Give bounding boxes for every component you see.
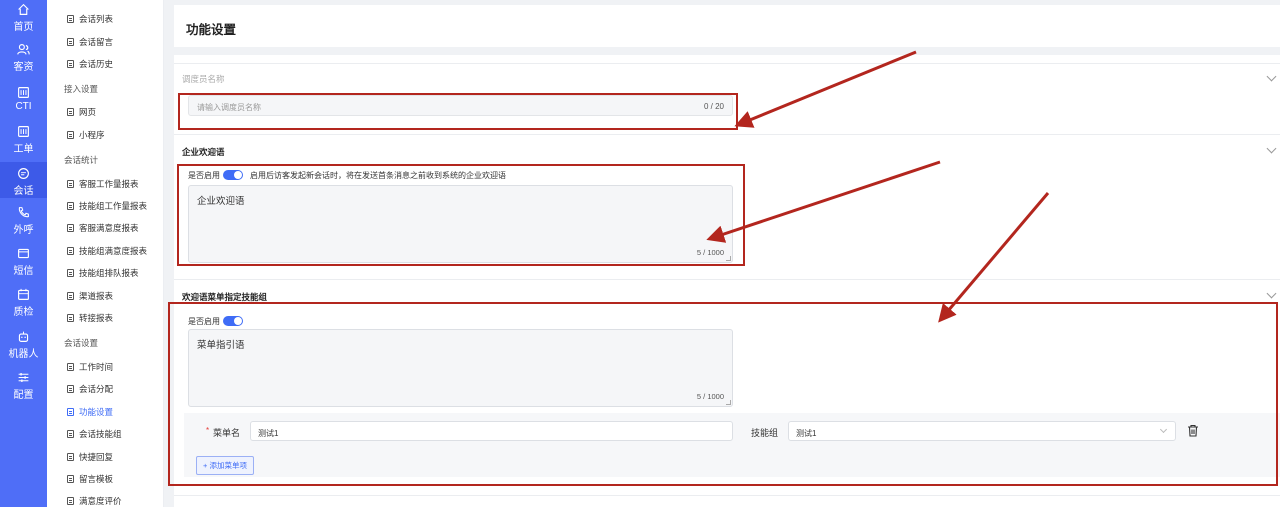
nav-item-chat-history[interactable]: 会话历史	[67, 58, 113, 70]
app-rail: 首页 客资 CTI 工单 会话 外呼 短信 质检 机器人 配置	[0, 0, 47, 507]
document-icon	[67, 202, 74, 210]
rail-item-chat[interactable]: 会话	[0, 162, 47, 198]
home-icon	[18, 3, 29, 15]
document-icon	[67, 224, 74, 232]
users-icon	[17, 44, 30, 55]
welcome-section-title: 企业欢迎语	[182, 147, 225, 157]
nav-item-report[interactable]: 客服工作量报表	[67, 178, 139, 190]
nav-group-stats: 会话统计	[64, 155, 99, 165]
document-icon	[67, 385, 74, 393]
nav-item-satisfaction[interactable]: 满意度评价	[67, 495, 122, 507]
document-icon	[67, 15, 74, 23]
document-icon	[67, 38, 74, 46]
robot-icon	[18, 331, 29, 342]
chat-icon	[18, 168, 29, 179]
annotation-box-menu	[168, 302, 1278, 486]
calendar-icon	[18, 288, 29, 300]
rail-item-home[interactable]: 首页	[0, 3, 47, 33]
document-icon	[67, 180, 74, 188]
nav-item-mini-program[interactable]: 小程序	[67, 129, 105, 141]
nav-item-quick-reply[interactable]: 快捷回复	[67, 451, 113, 463]
nav-item-work-hours[interactable]: 工作时间	[67, 361, 113, 373]
chevron-down-icon[interactable]	[1266, 288, 1277, 299]
rail-label: 客资	[13, 62, 34, 73]
nav-item-skill-groups[interactable]: 会话技能组	[67, 428, 122, 440]
divider	[174, 279, 1280, 280]
nav-item-web[interactable]: 网页	[67, 106, 96, 118]
rail-label: 机器人	[8, 349, 39, 360]
nav-item-report[interactable]: 渠道报表	[67, 290, 113, 302]
nav-item-message-template[interactable]: 留言模板	[67, 473, 113, 485]
cti-icon	[18, 87, 29, 98]
nav-item-report[interactable]: 技能组排队报表	[67, 267, 139, 279]
rail-label: 质检	[13, 307, 34, 318]
nav-item-report[interactable]: 技能组工作量报表	[67, 200, 147, 212]
document-icon	[67, 430, 74, 438]
document-icon	[67, 363, 74, 371]
nav-item-chat-messages[interactable]: 会话留言	[67, 36, 113, 48]
rail-item-cti[interactable]: CTI	[0, 86, 47, 116]
rail-label: 首页	[13, 22, 34, 33]
page-title: 功能设置	[186, 23, 237, 37]
rail-label: CTI	[15, 101, 32, 112]
document-icon	[67, 108, 74, 116]
phone-icon	[18, 207, 29, 218]
rail-label: 配置	[13, 390, 34, 401]
chevron-down-icon[interactable]	[1266, 143, 1277, 154]
rail-item-tickets[interactable]: 工单	[0, 125, 47, 155]
sms-icon	[18, 248, 29, 259]
secondary-nav: 会话列表 会话留言 会话历史 接入设置 网页 小程序 会话统计 客服工作量报表 …	[47, 0, 164, 507]
nav-item-feature-settings[interactable]: 功能设置	[67, 406, 113, 418]
divider	[174, 134, 1280, 135]
rail-label: 工单	[13, 144, 34, 155]
annotation-box-dispatcher	[178, 93, 738, 130]
sliders-icon	[18, 373, 29, 382]
document-icon	[67, 475, 74, 483]
document-icon	[67, 292, 74, 300]
divider	[174, 495, 1280, 496]
rail-item-qa[interactable]: 质检	[0, 288, 47, 318]
document-icon	[67, 453, 74, 461]
nav-item-assignment[interactable]: 会话分配	[67, 383, 113, 395]
nav-item-chat-list[interactable]: 会话列表	[67, 13, 113, 25]
document-icon	[67, 60, 74, 68]
document-icon	[67, 247, 74, 255]
annotation-box-welcome	[177, 164, 745, 266]
nav-item-report[interactable]: 转接报表	[67, 312, 113, 324]
rail-item-sms[interactable]: 短信	[0, 247, 47, 277]
page-header: 功能设置	[174, 5, 1280, 47]
nav-group-access: 接入设置	[64, 84, 99, 94]
divider	[174, 63, 1280, 64]
nav-item-report[interactable]: 客服满意度报表	[67, 222, 139, 234]
rail-label: 外呼	[13, 225, 34, 236]
rail-item-robot[interactable]: 机器人	[0, 330, 47, 360]
rail-item-config[interactable]: 配置	[0, 371, 47, 401]
ticket-icon	[18, 126, 29, 137]
rail-label: 短信	[13, 266, 34, 277]
document-icon	[67, 497, 74, 505]
rail-item-outbound[interactable]: 外呼	[0, 206, 47, 236]
document-icon	[67, 131, 74, 139]
nav-group-settings: 会话设置	[64, 338, 99, 348]
document-icon	[67, 408, 74, 416]
nav-item-report[interactable]: 技能组满意度报表	[67, 245, 147, 257]
dispatcher-section-title: 调度员名称	[182, 74, 225, 84]
rail-item-customers[interactable]: 客资	[0, 43, 47, 73]
chevron-down-icon[interactable]	[1266, 71, 1277, 82]
rail-label: 会话	[13, 186, 34, 197]
document-icon	[67, 314, 74, 322]
document-icon	[67, 269, 74, 277]
